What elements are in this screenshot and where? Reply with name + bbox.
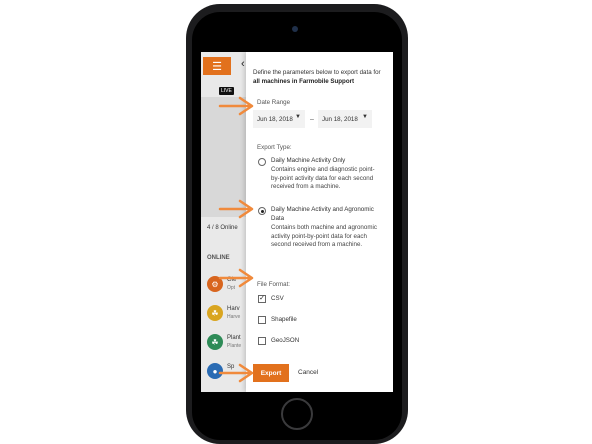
machine-name: Plant <box>227 335 241 341</box>
date-end-select[interactable]: Jun 18, 2018 ▼ <box>318 110 372 128</box>
file-format-label-text: CSV <box>271 295 284 302</box>
export-type-description: Contains engine and diagnostic point-by-… <box>271 166 375 191</box>
date-separator: – <box>310 116 314 123</box>
cancel-button[interactable]: Cancel <box>298 369 318 376</box>
date-start-value: Jun 18, 2018 <box>257 115 293 123</box>
machine-type: Harve <box>227 314 241 320</box>
wheat-icon: ☘ <box>207 305 223 321</box>
export-type-title: Daily Machine Activity Only <box>271 157 346 164</box>
machine-list-item[interactable]: ☘ Plant Plante <box>207 334 250 354</box>
callout-arrow-icon <box>218 199 254 219</box>
leaf-icon: ☘ <box>207 334 223 350</box>
export-type-title: Daily Machine Activity and Agronomic Dat… <box>271 206 374 222</box>
export-type-option[interactable]: Daily Machine Activity Only Contains eng… <box>258 157 383 197</box>
export-type-option[interactable]: Daily Machine Activity and Agronomic Dat… <box>258 206 383 261</box>
hamburger-menu-icon[interactable]: ☰ <box>203 57 231 75</box>
live-badge: LIVE <box>219 87 234 95</box>
radio-button[interactable] <box>258 158 266 166</box>
export-button[interactable]: Export <box>253 364 289 382</box>
file-format-option[interactable]: Shapefile <box>258 316 358 326</box>
online-header: ONLINE <box>207 255 230 261</box>
camera-icon <box>292 26 298 32</box>
callout-arrow-icon <box>218 268 254 288</box>
home-button[interactable] <box>281 398 313 430</box>
date-end-value: Jun 18, 2018 <box>322 115 358 123</box>
export-dialog: Define the parameters below to export da… <box>246 52 393 392</box>
export-type-label: Export Type: <box>257 144 292 151</box>
intro-scope: all machines in Farmobile Support <box>253 78 355 85</box>
export-intro: Define the parameters below to export da… <box>253 69 381 85</box>
file-format-label-text: GeoJSON <box>271 337 300 344</box>
checkbox[interactable] <box>258 316 266 324</box>
chevron-down-icon: ▼ <box>295 114 301 120</box>
machine-list-item[interactable]: ☘ Harv Harve <box>207 305 250 325</box>
checkbox[interactable] <box>258 337 266 345</box>
callout-arrow-icon <box>218 363 254 383</box>
checkbox-checked[interactable]: ✓ <box>258 295 266 303</box>
file-format-option[interactable]: GeoJSON <box>258 337 358 347</box>
machine-name: Harv <box>227 306 240 312</box>
export-type-description: Contains both machine and agronomic acti… <box>271 224 377 249</box>
file-format-option[interactable]: ✓ CSV <box>258 295 358 305</box>
file-format-label: File Format: <box>257 281 291 288</box>
machine-type: Plante <box>227 343 242 349</box>
back-chevron-icon[interactable]: ‹ <box>241 58 245 70</box>
file-format-label-text: Shapefile <box>271 316 297 323</box>
chevron-down-icon: ▼ <box>362 114 368 120</box>
online-count: 4 / 8 Online <box>207 225 238 231</box>
date-range-label: Date Range <box>257 99 291 106</box>
radio-button-selected[interactable] <box>258 207 266 215</box>
callout-arrow-icon <box>218 96 254 116</box>
date-start-select[interactable]: Jun 18, 2018 ▼ <box>253 110 305 128</box>
